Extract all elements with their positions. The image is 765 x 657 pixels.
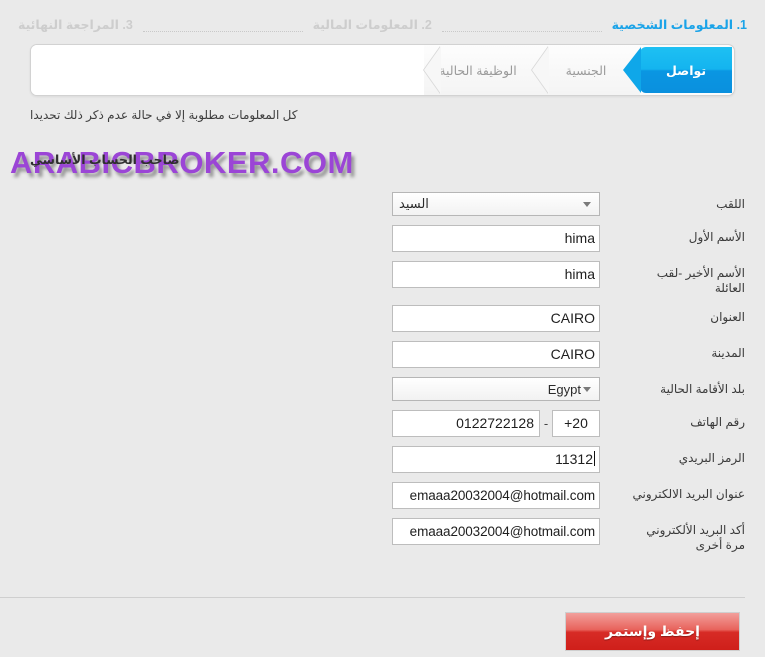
city-input[interactable]: CAIRO xyxy=(392,341,600,368)
chevron-down-icon xyxy=(583,386,591,392)
first-name-value: hima xyxy=(564,230,595,246)
label-phone: رقم الهاتف xyxy=(690,415,745,429)
chevron-down-icon xyxy=(583,201,591,207)
tab-strip-filler xyxy=(31,45,424,95)
form-row-email: عنوان البريد الالكتروني emaaa20032004@ho… xyxy=(0,482,765,509)
label-email-confirm-line2: مرة أخرى xyxy=(695,538,745,552)
save-and-continue-button[interactable]: إحفظ وإستمر xyxy=(565,612,740,651)
email-confirm-value: emaaa20032004@hotmail.com xyxy=(409,524,595,539)
wizard-step-1[interactable]: 1. المعلومات الشخصية xyxy=(612,14,747,36)
label-email-confirm: أكد البريد الألكتروني مرة أخرى xyxy=(600,518,745,553)
email-confirm-input[interactable]: emaaa20032004@hotmail.com xyxy=(392,518,600,545)
label-country: بلد الأقامة الحالية xyxy=(660,382,745,396)
label-postal-code: الرمز البريدي xyxy=(678,451,745,465)
country-select-value: Egypt xyxy=(547,381,581,397)
label-last-name: الأسم الأخير -لقب العائلة xyxy=(600,261,745,296)
label-last-name-line2: العائلة xyxy=(714,281,745,295)
label-last-name-line1: الأسم الأخير -لقب xyxy=(656,266,745,280)
phone-field-group: 0122722128 - 20+ xyxy=(392,410,600,437)
last-name-input[interactable]: hima xyxy=(392,261,600,288)
form-row-first-name: الأسم الأول hima xyxy=(0,225,765,252)
wizard-steps: 1. المعلومات الشخصية 2. المعلومات المالي… xyxy=(18,14,747,36)
label-city: المدينة xyxy=(711,346,745,360)
required-fields-hint: كل المعلومات مطلوبة إلا في حالة عدم ذكر … xyxy=(30,108,298,122)
form-row-address: العنوان CAIRO xyxy=(0,305,765,332)
address-input[interactable]: CAIRO xyxy=(392,305,600,332)
country-select[interactable]: Egypt xyxy=(392,377,600,401)
form-row-last-name: الأسم الأخير -لقب العائلة hima xyxy=(0,261,765,296)
phone-country-code-input[interactable]: 20+ xyxy=(552,410,600,437)
form-row-country: بلد الأقامة الحالية Egypt xyxy=(0,377,765,401)
email-input[interactable]: emaaa20032004@hotmail.com xyxy=(392,482,600,509)
form-row-phone: رقم الهاتف 0122722128 - 20+ xyxy=(0,410,765,437)
phone-number-input[interactable]: 0122722128 xyxy=(392,410,540,437)
form-row-email-confirm: أكد البريد الألكتروني مرة أخرى emaaa2003… xyxy=(0,518,765,553)
tab-contact[interactable]: تواصل xyxy=(623,47,732,93)
postal-code-value-wrap: 11312 xyxy=(397,447,595,472)
section-title-primary-account-holder: صاحب الحساب الأساسي xyxy=(30,153,180,167)
tab-current-job[interactable]: الوظيفة الحالية xyxy=(423,45,532,95)
label-address: العنوان xyxy=(710,310,745,324)
title-select-value: السيد xyxy=(399,196,429,211)
phone-separator: - xyxy=(543,416,549,431)
tab-strip: تواصل الجنسية الوظيفة الحالية xyxy=(30,44,735,96)
form-divider xyxy=(0,597,745,598)
personal-info-form: اللقب السيد الأسم الأول hima الأسم الأخي… xyxy=(0,192,765,562)
form-row-title: اللقب السيد xyxy=(0,192,765,216)
wizard-step-2[interactable]: 2. المعلومات المالية xyxy=(313,14,432,36)
step-connector-1 xyxy=(441,19,602,32)
form-row-city: المدينة CAIRO xyxy=(0,341,765,368)
label-title: اللقب xyxy=(716,197,745,211)
email-value: emaaa20032004@hotmail.com xyxy=(409,488,595,503)
postal-code-value: 11312 xyxy=(555,451,593,467)
address-value: CAIRO xyxy=(550,310,595,326)
label-first-name: الأسم الأول xyxy=(688,230,745,244)
label-email-confirm-line1: أكد البريد الألكتروني xyxy=(646,523,745,537)
last-name-value: hima xyxy=(564,266,595,282)
step-connector-2 xyxy=(142,19,303,32)
postal-code-input[interactable]: 11312 xyxy=(392,446,600,473)
wizard-step-3[interactable]: 3. المراجعة النهائية xyxy=(18,14,133,36)
form-row-postal-code: الرمز البريدي 11312 xyxy=(0,446,765,473)
first-name-input[interactable]: hima xyxy=(392,225,600,252)
city-value: CAIRO xyxy=(550,346,595,362)
label-email: عنوان البريد الالكتروني xyxy=(632,487,745,501)
title-select[interactable]: السيد xyxy=(392,192,600,216)
text-caret xyxy=(594,451,595,466)
